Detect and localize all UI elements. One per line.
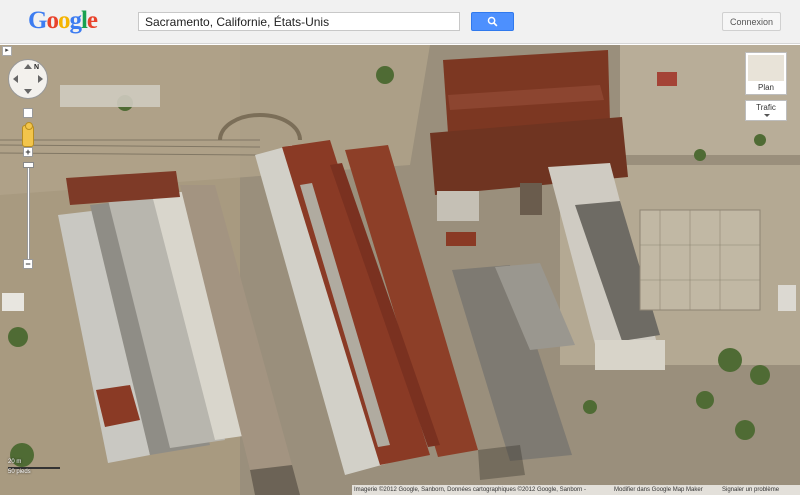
- logo-letter: o: [57, 7, 70, 34]
- zoom-out-button[interactable]: −: [23, 259, 33, 269]
- nav-toggle-button[interactable]: ▸: [2, 46, 12, 56]
- search-input[interactable]: Sacramento, Californie, États-Unis: [138, 12, 460, 31]
- chevron-down-icon: [764, 114, 770, 117]
- map-type-plan-button[interactable]: Plan: [745, 52, 787, 95]
- scale-imperial-label: 50 pieds: [8, 469, 31, 475]
- signin-button[interactable]: Connexion: [722, 12, 781, 31]
- traffic-layer-button[interactable]: Trafic: [745, 100, 787, 121]
- logo-letter: g: [69, 7, 81, 34]
- pan-control[interactable]: N: [8, 59, 48, 99]
- logo-letter: e: [86, 7, 98, 34]
- zoom-slider-handle[interactable]: [23, 162, 34, 168]
- map-scale: 20 m 50 pieds: [8, 459, 70, 477]
- search-icon: [487, 16, 498, 27]
- plan-thumbnail: [748, 55, 784, 81]
- search-button[interactable]: [471, 12, 514, 31]
- pan-right-icon[interactable]: [38, 75, 43, 83]
- traffic-label: Trafic: [756, 103, 776, 112]
- top-bar: Google Sacramento, Californie, États-Uni…: [0, 0, 800, 44]
- pan-left-icon[interactable]: [13, 75, 18, 83]
- logo-letter: o: [46, 7, 58, 34]
- map-attribution-bar: Imagerie ©2012 Google, Sanborn, Données …: [352, 485, 800, 495]
- compass-north-label: N: [34, 64, 40, 71]
- map-maker-link[interactable]: Modifier dans Google Map Maker: [614, 485, 703, 495]
- attribution-text: Imagerie ©2012 Google, Sanborn, Données …: [354, 487, 586, 493]
- logo-letter: G: [28, 7, 47, 34]
- scale-metric-label: 20 m: [8, 459, 22, 465]
- google-logo[interactable]: Google: [28, 7, 98, 35]
- rotate-button[interactable]: [23, 108, 33, 118]
- aerial-imagery[interactable]: [0, 45, 800, 495]
- pegman-icon[interactable]: [22, 122, 34, 147]
- zoom-in-button[interactable]: +: [23, 147, 33, 157]
- zoom-slider[interactable]: [27, 167, 30, 262]
- plan-label: Plan: [757, 83, 774, 92]
- report-problem-link[interactable]: Signaler un problème: [722, 485, 779, 495]
- pan-down-icon[interactable]: [24, 89, 32, 94]
- pan-up-icon[interactable]: [24, 64, 32, 69]
- satellite-map[interactable]: ▸ N + − Plan Trafic 20 m 50 pieds Imager…: [0, 45, 800, 495]
